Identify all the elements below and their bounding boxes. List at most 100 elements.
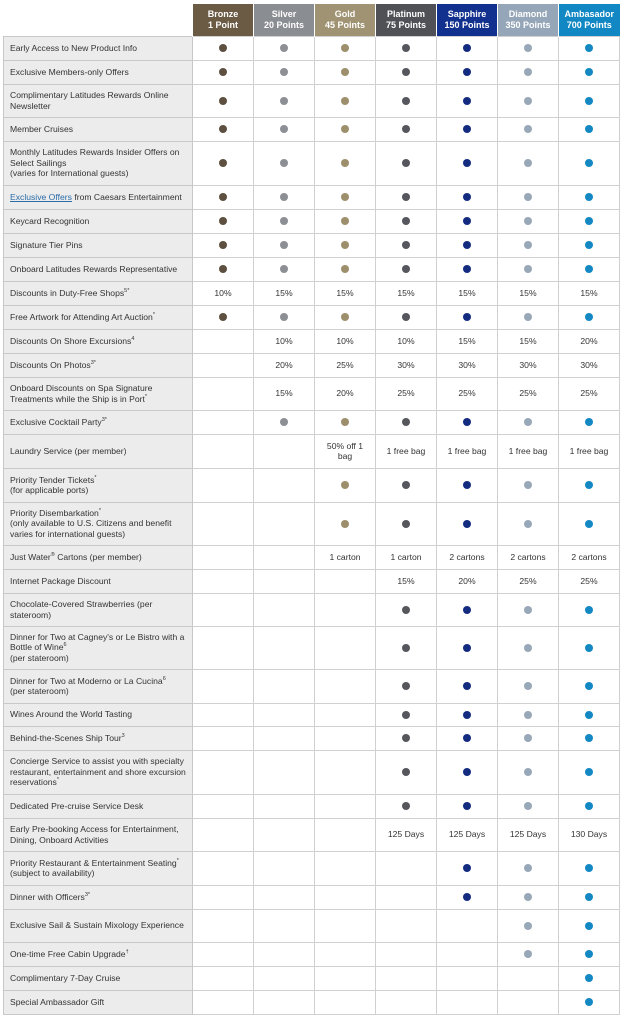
- tier-cell-bronze: 10%: [192, 280, 254, 306]
- included-dot-icon: [280, 96, 288, 105]
- benefit-label-text: from Caesars Entertainment: [71, 191, 182, 202]
- tier-cell-silver: [253, 702, 315, 727]
- benefit-value: 25%: [519, 388, 537, 399]
- tier-cell-silver: [253, 35, 315, 61]
- tier-points: 700 Points: [566, 19, 612, 30]
- tier-cell-diamond: 25%: [497, 568, 559, 594]
- footnote-marker: *: [176, 857, 179, 864]
- included-dot-icon: [463, 68, 471, 77]
- tier-cell-bronze: [192, 433, 254, 469]
- tier-cell-platinum: [375, 850, 437, 886]
- benefit-label: Dedicated Pre-cruise Service Desk: [3, 793, 193, 819]
- tier-cell-silver: [253, 817, 315, 852]
- benefit-value: 130 Days: [570, 829, 608, 840]
- tier-cell-silver: [253, 793, 315, 819]
- tier-cell-silver: [253, 184, 315, 210]
- tier-cell-ambasador: [558, 941, 620, 967]
- tier-cell-ambasador: [558, 965, 620, 991]
- tier-cell-silver: [253, 232, 315, 258]
- included-dot-icon: [585, 241, 593, 250]
- tier-cell-diamond: [497, 725, 559, 751]
- tier-cell-diamond: [497, 668, 559, 704]
- benefit-row: Concierge Service to assist you with spe…: [3, 749, 620, 795]
- tier-cell-ambasador: [558, 702, 620, 727]
- benefit-row: Laundry Service (per member) 50% off 1 ba…: [3, 433, 620, 469]
- benefit-label: Dinner with Officers3*: [3, 884, 193, 910]
- benefit-note: (subject to availability): [10, 868, 95, 878]
- included-dot-icon: [219, 265, 227, 274]
- tier-cell-platinum: 1 free bag: [375, 433, 437, 469]
- footnote-marker: 6: [63, 642, 67, 649]
- included-dot-icon: [524, 241, 532, 250]
- tier-cell-platinum: [375, 208, 437, 234]
- included-dot-icon: [402, 44, 410, 53]
- benefit-label-text: Early Access to New Product Info: [10, 42, 138, 53]
- benefit-label: Dinner for Two at Cagney's or Le Bistro …: [3, 625, 193, 670]
- benefit-label-text: Cartons (per member): [54, 551, 142, 562]
- benefit-row: Exclusive Sail & Sustain Mixology Experi…: [3, 908, 620, 943]
- tier-cell-silver: [253, 544, 315, 570]
- header-corner: [3, 4, 193, 36]
- benefit-label-text: Dedicated Pre-cruise Service Desk: [10, 800, 144, 811]
- tier-cell-diamond: [497, 59, 559, 85]
- included-dot-icon: [463, 313, 471, 322]
- included-dot-icon: [402, 265, 410, 274]
- included-dot-icon: [585, 193, 593, 202]
- benefit-label: Signature Tier Pins: [3, 232, 193, 258]
- exclusive-offers-link[interactable]: Exclusive Offers: [10, 192, 72, 202]
- tier-cell-gold: [314, 725, 376, 751]
- benefit-value: 25%: [458, 388, 476, 399]
- tier-header-bronze: Bronze 1 Point: [192, 4, 254, 36]
- benefit-label-text: Exclusive Members-only Offers: [10, 66, 129, 77]
- tier-cell-gold: 10%: [314, 328, 376, 354]
- tier-cell-platinum: 1 carton: [375, 544, 437, 570]
- footnote-marker: *: [94, 474, 97, 481]
- benefit-label: Monthly Latitudes Rewards Insider Offers…: [3, 140, 193, 186]
- included-dot-icon: [585, 605, 593, 614]
- tier-cell-diamond: [497, 965, 559, 991]
- benefit-label-text: Signature Tier Pins: [10, 239, 83, 250]
- tier-cell-bronze: [192, 702, 254, 727]
- tier-cell-ambasador: [558, 184, 620, 210]
- benefit-label-text: Dinner for Two at Cagney's or Le Bistro …: [10, 631, 185, 653]
- included-dot-icon: [463, 519, 471, 528]
- tier-cell-silver: 15%: [253, 280, 315, 306]
- included-dot-icon: [402, 241, 410, 250]
- tier-cell-ambasador: [558, 850, 620, 886]
- tier-cell-sapphire: [436, 793, 498, 819]
- tier-cell-sapphire: [436, 850, 498, 886]
- included-dot-icon: [219, 313, 227, 322]
- benefit-label: Free Artwork for Attending Art Auction*: [3, 304, 193, 330]
- tier-cell-sapphire: [436, 35, 498, 61]
- tier-cell-diamond: [497, 232, 559, 258]
- tier-cell-diamond: 30%: [497, 352, 559, 378]
- included-dot-icon: [280, 193, 288, 202]
- tier-cell-silver: [253, 116, 315, 142]
- tier-benefits-table: Bronze 1 Point Silver 20 Points Gold 45 Point…: [3, 4, 620, 1015]
- included-dot-icon: [585, 802, 593, 811]
- included-dot-icon: [585, 519, 593, 528]
- benefit-label: Internet Package Discount: [3, 568, 193, 594]
- tier-cell-ambasador: [558, 908, 620, 943]
- included-dot-icon: [585, 68, 593, 77]
- benefit-value: 1 free bag: [569, 445, 609, 456]
- benefit-row: Onboard Latitudes Rewards Representative: [3, 256, 620, 282]
- included-dot-icon: [402, 519, 410, 528]
- tier-cell-diamond: [497, 749, 559, 795]
- benefit-label-text: Concierge Service to assist you with spe…: [10, 756, 186, 788]
- tier-cell-bronze: [192, 568, 254, 594]
- included-dot-icon: [585, 864, 593, 873]
- tier-cell-bronze: [192, 467, 254, 503]
- tier-cell-silver: [253, 941, 315, 967]
- tier-cell-diamond: 25%: [497, 376, 559, 411]
- benefit-value: 20%: [336, 388, 354, 399]
- tier-cell-diamond: [497, 702, 559, 727]
- included-dot-icon: [585, 950, 593, 959]
- benefit-label-text: Exclusive Sail & Sustain Mixology Experi…: [10, 920, 184, 931]
- included-dot-icon: [524, 44, 532, 53]
- tier-cell-diamond: [497, 941, 559, 967]
- tier-cell-bronze: [192, 625, 254, 670]
- tier-cell-platinum: [375, 35, 437, 61]
- tier-cell-ambasador: 20%: [558, 328, 620, 354]
- tier-cell-gold: [314, 501, 376, 546]
